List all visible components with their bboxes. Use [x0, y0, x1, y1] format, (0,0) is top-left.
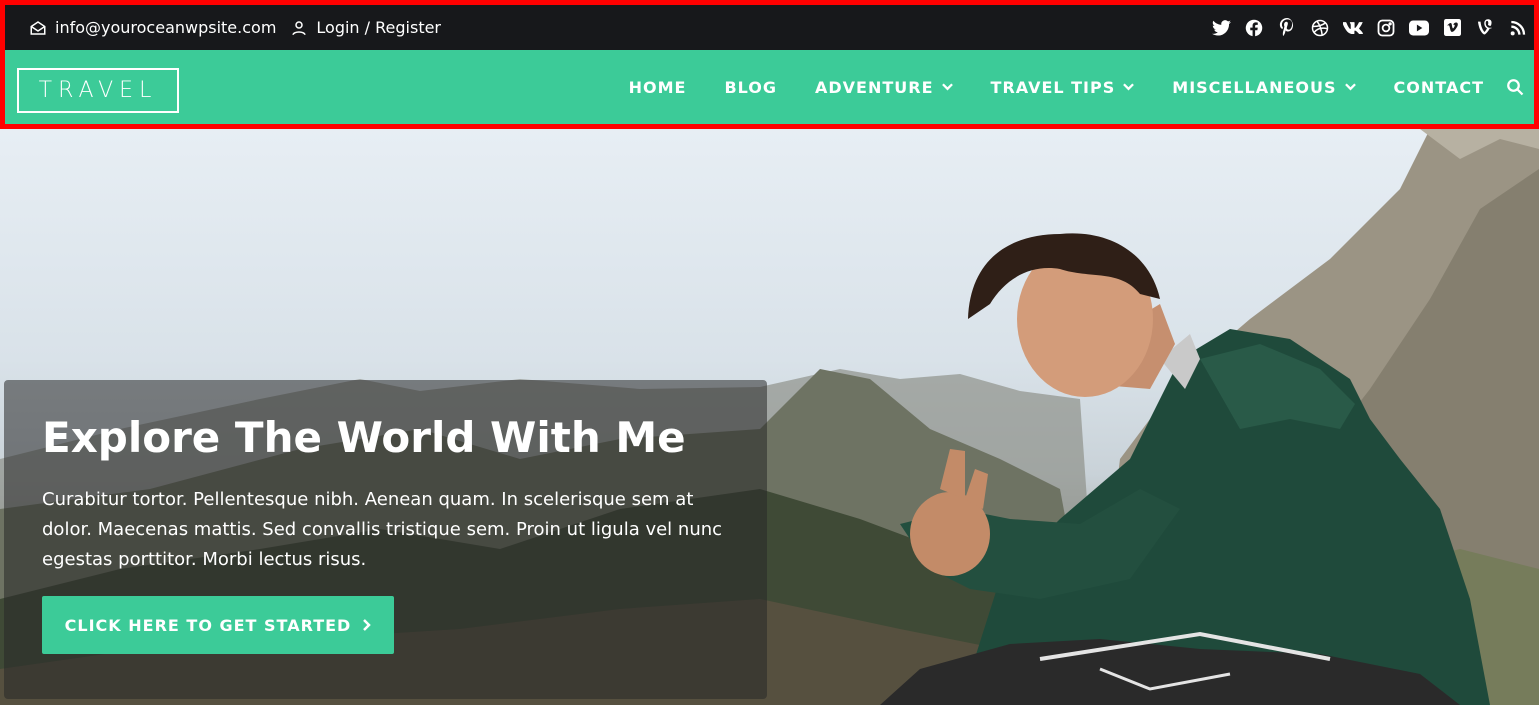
nav-item-contact[interactable]: CONTACT: [1394, 78, 1484, 97]
main-navbar: TRAVEL HOME BLOG ADVENTURE TRAVEL TIPS M…: [5, 50, 1534, 124]
chevron-right-icon: [363, 616, 372, 635]
nav-label: ADVENTURE: [815, 77, 934, 97]
nav-label: HOME: [628, 77, 687, 97]
nav-item-adventure[interactable]: ADVENTURE: [815, 78, 953, 97]
social-links: [1211, 5, 1528, 50]
youtube-icon[interactable]: [1409, 18, 1429, 38]
site-logo[interactable]: TRAVEL: [17, 68, 179, 113]
nav-item-travel-tips[interactable]: TRAVEL TIPS: [991, 78, 1135, 97]
pinterest-icon[interactable]: [1277, 18, 1297, 38]
hero-text: Curabitur tortor. Pellentesque nibh. Aen…: [42, 489, 723, 570]
cta-label: CLICK HERE TO GET STARTED: [64, 615, 352, 635]
nav-label: CONTACT: [1393, 77, 1484, 97]
twitter-icon[interactable]: [1211, 18, 1231, 38]
top-bar: info@youroceanwpsite.com Login / Registe…: [5, 5, 1534, 50]
user-icon: [290, 19, 308, 37]
nav-label: TRAVEL TIPS: [990, 77, 1116, 97]
email-text: info@youroceanwpsite.com: [55, 18, 277, 37]
facebook-icon[interactable]: [1244, 18, 1264, 38]
email-link[interactable]: info@youroceanwpsite.com: [29, 18, 276, 37]
vk-icon[interactable]: [1343, 18, 1363, 38]
rss-icon[interactable]: [1508, 18, 1528, 38]
login-register-text: Login / Register: [316, 18, 442, 37]
nav-item-blog[interactable]: BLOG: [724, 78, 777, 97]
instagram-icon[interactable]: [1376, 18, 1396, 38]
vimeo-icon[interactable]: [1442, 18, 1462, 38]
envelope-open-icon: [29, 19, 47, 37]
chevron-down-icon: [941, 83, 953, 91]
chevron-down-icon: [1344, 83, 1356, 91]
hero-section: Explore The World With Me Curabitur tort…: [0, 129, 1539, 705]
nav-item-miscellaneous[interactable]: MISCELLANEOUS: [1172, 77, 1356, 97]
chevron-down-icon: [1123, 83, 1135, 91]
get-started-button[interactable]: CLICK HERE TO GET STARTED: [42, 596, 394, 654]
search-icon[interactable]: [1506, 78, 1524, 100]
hero-title: Explore The World With Me: [42, 413, 686, 462]
hero-panel: Explore The World With Me Curabitur tort…: [4, 380, 767, 699]
main-menu: HOME BLOG ADVENTURE TRAVEL TIPS MISCELLA…: [629, 50, 1484, 124]
dribbble-icon[interactable]: [1310, 18, 1330, 38]
top-bar-contact: info@youroceanwpsite.com Login / Registe…: [29, 5, 441, 50]
nav-label: MISCELLANEOUS: [1172, 77, 1337, 97]
site-header: info@youroceanwpsite.com Login / Registe…: [0, 0, 1539, 129]
nav-label: BLOG: [724, 77, 777, 97]
nav-item-home[interactable]: HOME: [629, 78, 687, 97]
login-register-link[interactable]: Login / Register: [290, 18, 441, 37]
vine-icon[interactable]: [1475, 18, 1495, 38]
